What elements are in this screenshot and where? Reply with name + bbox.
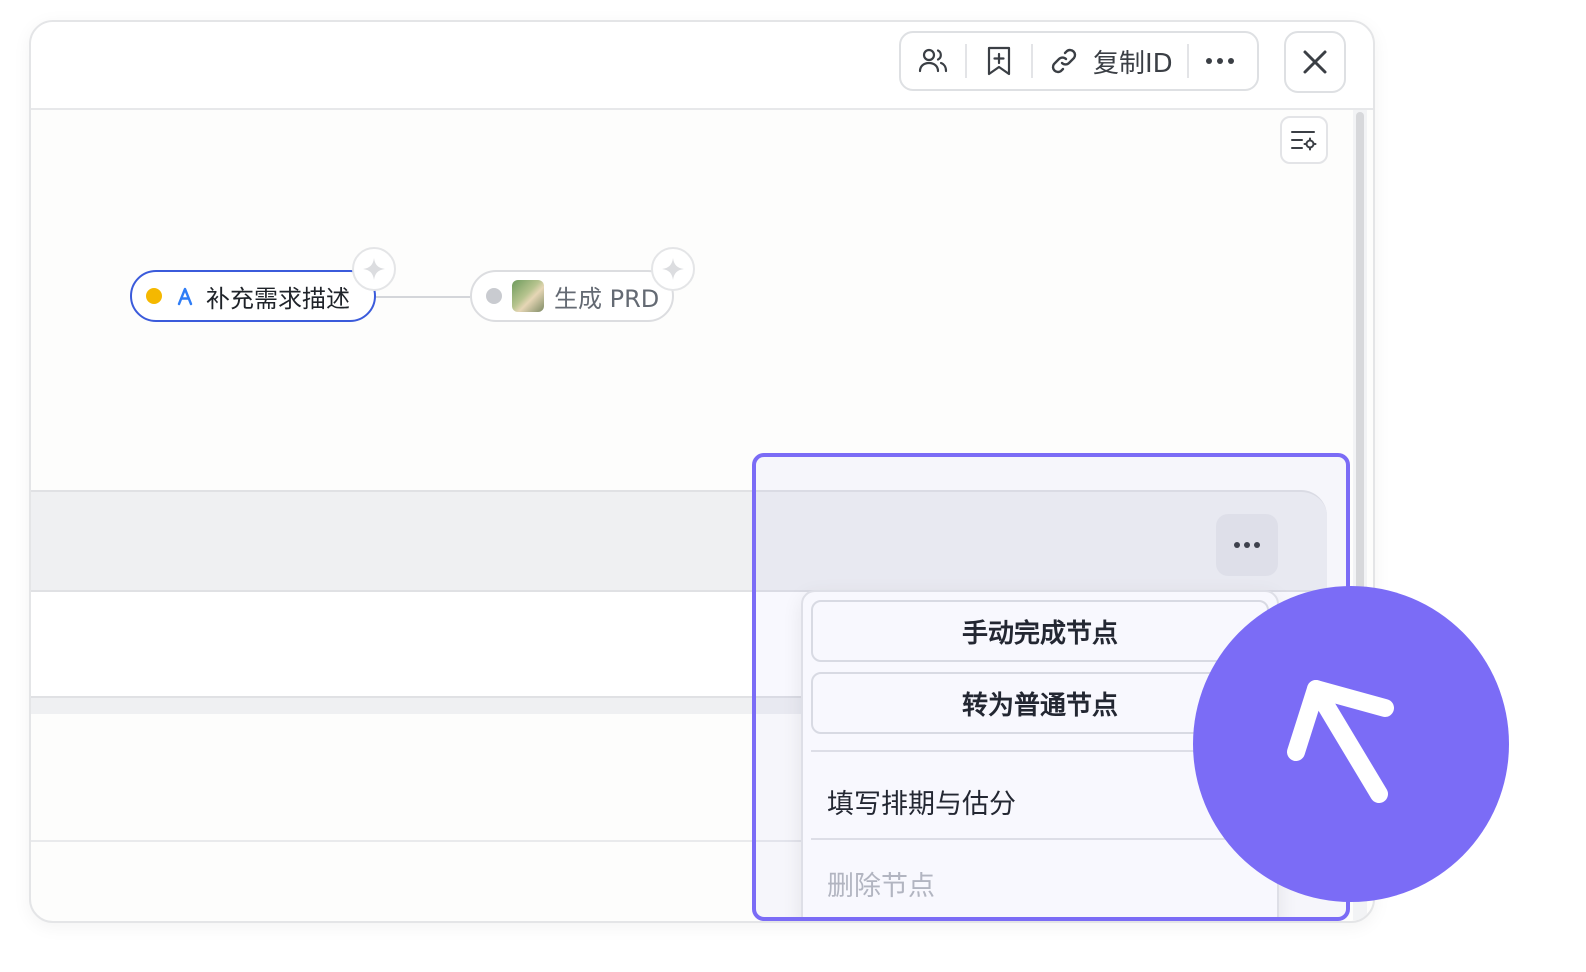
header-toolbar: 复制ID: [899, 31, 1259, 91]
cursor-arrow-icon: [1287, 680, 1394, 803]
members-button[interactable]: [901, 33, 965, 89]
ai-sparkle-button[interactable]: [352, 247, 396, 291]
avatar-thumbnail: [512, 280, 544, 312]
workflow-node-current[interactable]: 补充需求描述: [130, 270, 376, 322]
node-connector: [376, 296, 470, 298]
bookmark-add-icon: [987, 46, 1011, 76]
node-label: 补充需求描述: [206, 284, 350, 313]
more-button[interactable]: [1189, 33, 1251, 89]
members-icon: [918, 48, 948, 73]
copy-id-label: 复制ID: [1093, 48, 1173, 79]
sparkle-icon: [662, 258, 684, 280]
list-settings-icon: [1291, 131, 1317, 151]
agent-icon: [177, 287, 193, 306]
close-icon: [1303, 50, 1327, 74]
workflow-node-next[interactable]: 生成 PRD: [470, 270, 674, 322]
ai-sparkle-button[interactable]: [651, 247, 695, 291]
node-label: 生成 PRD: [554, 284, 660, 313]
sparkle-icon: [363, 258, 385, 280]
status-dot: [146, 288, 162, 304]
panel-header: 复制ID: [31, 22, 1373, 110]
pointer-indicator: [1193, 586, 1509, 902]
bookmark-button[interactable]: [967, 33, 1031, 89]
more-horizontal-icon: [1205, 58, 1234, 64]
view-settings-button[interactable]: [1280, 116, 1328, 164]
copy-id-button[interactable]: 复制ID: [1033, 33, 1187, 89]
close-button[interactable]: [1284, 31, 1346, 93]
status-dot: [486, 288, 502, 304]
link-icon: [1051, 48, 1077, 74]
